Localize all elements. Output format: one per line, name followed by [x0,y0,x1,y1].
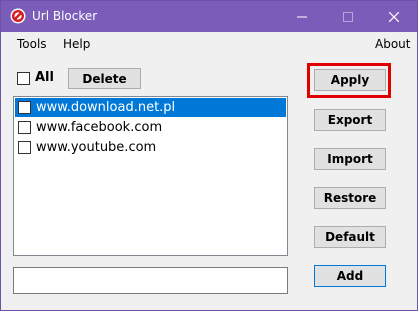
window-title: Url Blocker [32,9,98,23]
new-url-input[interactable] [13,267,288,294]
apply-highlight-frame [307,63,391,98]
select-all-label: All [35,70,54,85]
url-text: www.facebook.com [36,120,163,135]
url-blocker-window: Url Blocker Tools Help About All Delete … [0,0,418,311]
url-list[interactable]: www.download.net.pl www.facebook.com www… [13,96,288,256]
title-bar[interactable]: Url Blocker [1,1,417,32]
restore-button[interactable]: Restore [314,187,386,209]
add-button[interactable]: Add [314,265,386,287]
url-list-item[interactable]: www.youtube.com [15,138,286,157]
close-icon [389,11,399,22]
menu-help[interactable]: Help [59,32,94,56]
menu-bar: Tools Help About [1,32,417,56]
url-list-item[interactable]: www.download.net.pl [15,98,286,117]
url-list-item[interactable]: www.facebook.com [15,118,286,137]
maximize-button[interactable] [325,1,371,32]
url-checkbox[interactable] [18,121,31,134]
import-button[interactable]: Import [314,148,386,170]
close-button[interactable] [371,1,417,32]
url-text: www.youtube.com [36,140,157,155]
export-button[interactable]: Export [314,109,386,131]
menu-tools[interactable]: Tools [13,32,51,56]
delete-button[interactable]: Delete [68,68,141,89]
minimize-button[interactable] [279,1,325,32]
url-text: www.download.net.pl [36,100,176,115]
select-all-checkbox[interactable] [17,72,30,85]
minimize-icon [297,16,307,17]
no-entry-icon [10,8,26,24]
maximize-icon [343,11,353,22]
menu-about[interactable]: About [371,32,414,56]
url-checkbox[interactable] [18,141,31,154]
default-button[interactable]: Default [314,226,386,248]
url-checkbox[interactable] [18,101,31,114]
